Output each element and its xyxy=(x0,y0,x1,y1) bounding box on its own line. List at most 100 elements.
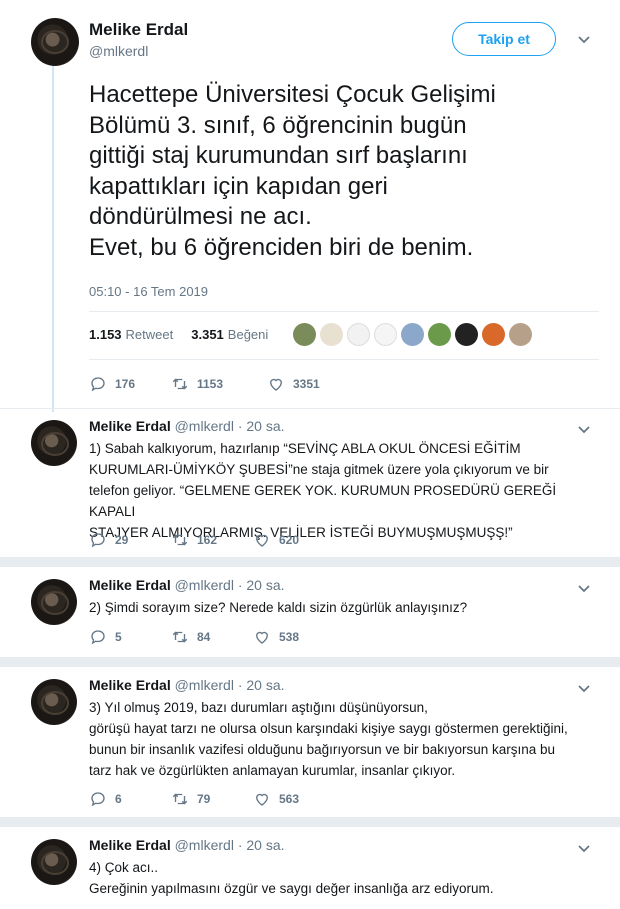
reply-time[interactable]: · 20 sa. xyxy=(238,677,285,693)
author-handle[interactable]: @mlkerdl xyxy=(175,577,234,593)
reply-count: 176 xyxy=(115,377,136,391)
like-count: 620 xyxy=(279,533,300,547)
retweet-label[interactable]: Retweet xyxy=(126,327,174,342)
like-button[interactable]: 620 xyxy=(253,531,335,549)
author-name[interactable]: Melike Erdal xyxy=(89,837,171,853)
follow-button[interactable]: Takip et xyxy=(452,22,556,56)
author-handle[interactable]: @mlkerdl xyxy=(175,677,234,693)
chevron-down-icon[interactable] xyxy=(577,682,591,696)
reply-header: Melike Erdal @mlkerdl · 20 sa. xyxy=(89,677,285,693)
liker-avatar[interactable] xyxy=(455,323,478,346)
like-button[interactable]: 538 xyxy=(253,628,335,646)
liker-avatar[interactable] xyxy=(482,323,505,346)
like-count-action: 3351 xyxy=(293,377,320,391)
reply-text: 2) Şimdi sorayım size? Nerede kaldı sizi… xyxy=(89,597,589,618)
author-block[interactable]: Melike Erdal @mlkerdl xyxy=(89,20,188,59)
author-handle[interactable]: @mlkerdl xyxy=(89,43,188,59)
reply-text-line: Gereğinin yapılmasını özgür ve saygı değ… xyxy=(89,881,494,896)
liker-avatar[interactable] xyxy=(374,323,397,346)
divider xyxy=(89,359,599,360)
avatar[interactable] xyxy=(31,679,77,725)
liker-avatar[interactable] xyxy=(347,323,370,346)
chevron-down-icon[interactable] xyxy=(577,582,591,596)
reply-text: 3) Yıl olmuş 2019, bazı durumları aştığı… xyxy=(89,697,589,781)
thread-connector-line xyxy=(52,64,54,412)
avatar[interactable] xyxy=(31,420,77,466)
like-count[interactable]: 3.351 xyxy=(191,327,224,342)
reply-tweet[interactable]: Melike Erdal @mlkerdl · 20 sa. 3) Yıl ol… xyxy=(0,677,620,817)
heart-icon xyxy=(270,378,282,391)
reply-icon xyxy=(91,377,105,392)
author-handle[interactable]: @mlkerdl xyxy=(175,418,234,434)
like-count: 538 xyxy=(279,630,300,644)
like-button[interactable]: 3351 xyxy=(267,375,349,393)
heart-icon xyxy=(256,534,268,547)
reply-button[interactable]: 29 xyxy=(89,531,171,549)
reply-text-line: KURUMLARI-ÜMİYKÖY ŞUBESİ”ne staja gitmek… xyxy=(89,462,549,477)
retweet-count: 79 xyxy=(197,792,211,806)
reply-time[interactable]: · 20 sa. xyxy=(238,418,285,434)
tweet-text: Hacettepe Üniversitesi Çocuk Gelişimi Bö… xyxy=(89,80,599,263)
author-name[interactable]: Melike Erdal xyxy=(89,418,171,434)
avatar[interactable] xyxy=(31,18,79,66)
retweet-button[interactable]: 79 xyxy=(171,790,253,808)
likers-avatars xyxy=(293,323,532,346)
retweet-icon xyxy=(172,378,188,390)
heart-icon xyxy=(256,793,268,806)
like-button[interactable]: 563 xyxy=(253,790,335,808)
retweet-button[interactable]: 1153 xyxy=(171,375,267,393)
like-label[interactable]: Beğeni xyxy=(228,327,268,342)
reply-time[interactable]: · 20 sa. xyxy=(238,577,285,593)
reply-button[interactable]: 176 xyxy=(89,375,171,393)
retweet-count[interactable]: 1.153 xyxy=(89,327,122,342)
reply-header: Melike Erdal @mlkerdl · 20 sa. xyxy=(89,418,285,434)
chevron-down-icon[interactable] xyxy=(577,33,591,47)
tweet-text-line: kapattıkları için kapıdan geri xyxy=(89,172,388,200)
retweet-icon xyxy=(172,534,188,546)
heart-icon xyxy=(256,631,268,644)
reply-tweet[interactable]: Melike Erdal @mlkerdl · 20 sa. 1) Sabah … xyxy=(0,418,620,558)
reply-count: 6 xyxy=(115,792,122,806)
reply-text-line: 4) Çok acı.. xyxy=(89,860,159,875)
retweet-icon xyxy=(172,631,188,643)
author-name[interactable]: Melike Erdal xyxy=(89,677,171,693)
author-name[interactable]: Melike Erdal xyxy=(89,577,171,593)
reply-text-line: tarz hak ve özgürlükten anlamayan kuruml… xyxy=(89,763,456,778)
reply-count: 5 xyxy=(115,630,122,644)
reply-text: 4) Çok acı.. Gereğinin yapılmasını özgür… xyxy=(89,857,589,899)
tweet-actions: 29 162 620 xyxy=(89,531,335,549)
reply-text-line: 3) Yıl olmuş 2019, bazı durumları aştığı… xyxy=(89,700,428,715)
reply-header: Melike Erdal @mlkerdl · 20 sa. xyxy=(89,577,285,593)
liker-avatar[interactable] xyxy=(401,323,424,346)
liker-avatar[interactable] xyxy=(428,323,451,346)
retweet-icon xyxy=(172,793,188,805)
liker-avatar[interactable] xyxy=(509,323,532,346)
reply-button[interactable]: 6 xyxy=(89,790,171,808)
retweet-button[interactable]: 162 xyxy=(171,531,253,549)
reply-button[interactable]: 5 xyxy=(89,628,171,646)
reply-icon xyxy=(91,630,105,645)
engagement-stats: 1.153 Retweet 3.351 Beğeni xyxy=(89,327,268,342)
chevron-down-icon[interactable] xyxy=(577,842,591,856)
retweet-button[interactable]: 84 xyxy=(171,628,253,646)
separator xyxy=(0,657,620,667)
tweet-actions: 5 84 538 xyxy=(89,628,335,646)
author-handle[interactable]: @mlkerdl xyxy=(175,837,234,853)
avatar[interactable] xyxy=(31,839,77,885)
divider xyxy=(0,408,620,409)
retweet-count: 84 xyxy=(197,630,211,644)
tweet-text-line: döndürülmesi ne acı. xyxy=(89,203,312,230)
reply-text-line: 1) Sabah kalkıyorum, hazırlanıp “SEVİNÇ … xyxy=(89,441,521,456)
avatar[interactable] xyxy=(31,579,77,625)
reply-tweet[interactable]: Melike Erdal @mlkerdl · 20 sa. 4) Çok ac… xyxy=(0,837,620,909)
liker-avatar[interactable] xyxy=(293,323,316,346)
reply-tweet[interactable]: Melike Erdal @mlkerdl · 20 sa. 2) Şimdi … xyxy=(0,577,620,657)
reply-header: Melike Erdal @mlkerdl · 20 sa. xyxy=(89,837,285,853)
author-name[interactable]: Melike Erdal xyxy=(89,20,188,40)
tweet-timestamp[interactable]: 05:10 - 16 Tem 2019 xyxy=(89,284,208,299)
reply-time[interactable]: · 20 sa. xyxy=(238,837,285,853)
liker-avatar[interactable] xyxy=(320,323,343,346)
reply-text-line: bunun bir insanlık vazifesi olduğunu bağ… xyxy=(89,742,556,757)
chevron-down-icon[interactable] xyxy=(577,423,591,437)
like-count: 563 xyxy=(279,792,300,806)
